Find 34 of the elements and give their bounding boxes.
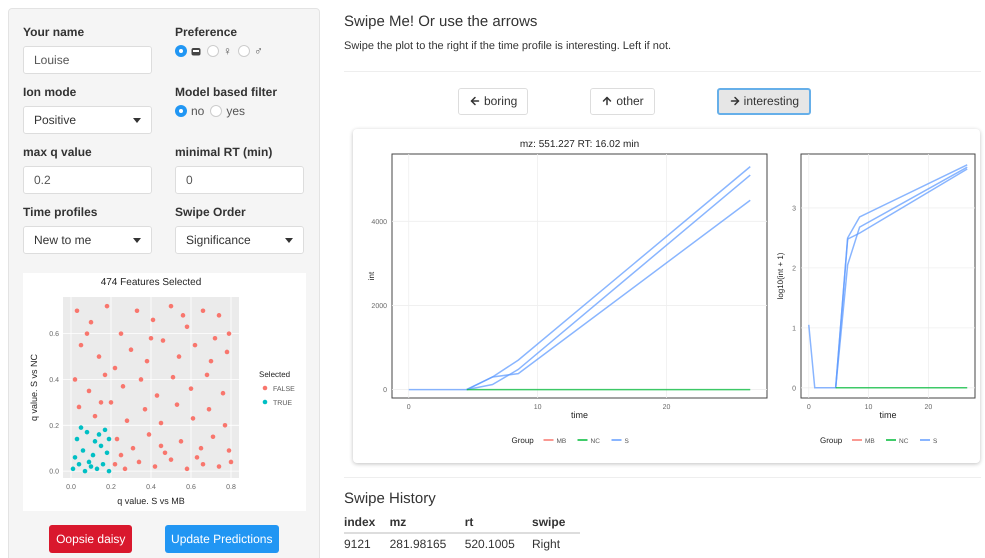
axis-label: q value. S vs MB (117, 496, 185, 506)
legend-title: Group (512, 436, 534, 444)
column-header: index (344, 512, 390, 532)
table-cell: Right (532, 532, 580, 550)
axis-label: q value. S vs NC (29, 354, 39, 422)
option-label: yes (226, 103, 246, 120)
legend-title: Group (820, 436, 842, 444)
axis-label: time (571, 410, 588, 420)
table-cell: 281.98165 (390, 532, 465, 550)
chart-title: 474 Features Selected (100, 277, 202, 288)
table-cell: 9121 (344, 532, 390, 550)
section-title: Swipe History (344, 490, 437, 508)
option-label: no (191, 103, 204, 120)
column-header: rt (464, 512, 532, 532)
legend-title: Selected (259, 370, 290, 379)
column-header: mz (390, 512, 465, 532)
axis-label: time (880, 410, 896, 420)
axis-label: int (367, 271, 376, 280)
option-label: ♀ (223, 43, 232, 60)
chart-title: mz: 551.227 RT: 16.02 min (520, 138, 640, 150)
axis-label: log10(int + 1) (776, 252, 785, 299)
column-header: swipe (532, 512, 580, 532)
page-title: Swipe Me! Or use the arrows (344, 13, 538, 31)
field-label: Preference (175, 25, 238, 39)
field-label: max q value (23, 145, 93, 159)
option-label: ♂ (254, 43, 263, 60)
table-cell: 520.1005 (464, 532, 532, 550)
instruction-text: Swipe the plot to the right if the time profile is interesting. Left if not. (344, 39, 672, 54)
field-label: Swipe Order (175, 205, 247, 219)
field-label: Model based filter (175, 85, 278, 99)
field-label: Your name (23, 25, 86, 39)
field-label: Ion mode (23, 85, 78, 99)
field-label: Time profiles (23, 205, 98, 219)
field-label: minimal RT (min) (175, 145, 274, 159)
